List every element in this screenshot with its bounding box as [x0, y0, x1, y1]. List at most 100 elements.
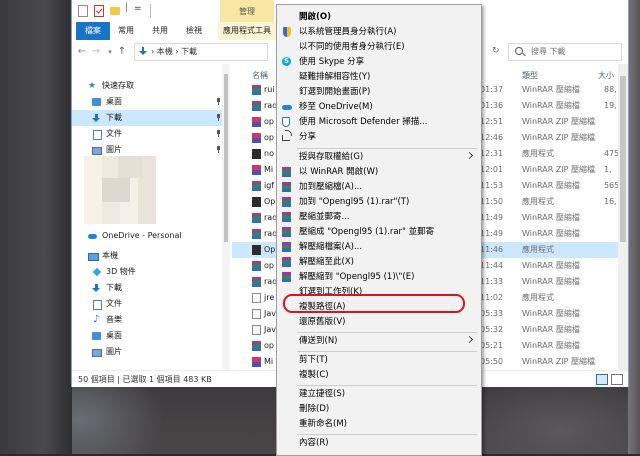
nav-item-this-pc[interactable]: 本機 [72, 248, 222, 264]
menu-item-give-access[interactable]: 授與存取權給(G) [277, 150, 481, 164]
properties-icon[interactable] [78, 5, 88, 17]
nav-item-documents[interactable]: 文件 [72, 126, 222, 142]
menu-item-run-as-admin[interactable]: 以系統管理員身分執行(A) [277, 25, 481, 39]
menu-item-send-to[interactable]: 傳送到(N) [277, 334, 481, 348]
menu-item-extract-to-folder[interactable]: 解壓縮到 "Opengl95 (1)\"(E) [277, 270, 481, 284]
nav-item-label: 本機 [102, 251, 118, 260]
forward-arrow-icon[interactable]: → [90, 45, 102, 59]
menu-item-rename[interactable]: 重新命名(M) [277, 417, 481, 431]
menu-item-share[interactable]: 分享 [277, 130, 481, 144]
share-icon [282, 130, 292, 141]
manage-context-tab-header[interactable]: 管理 [220, 0, 274, 22]
file-size: 16, [604, 197, 617, 206]
tab-view[interactable]: 檢視 [180, 22, 208, 40]
search-placeholder: 搜尋 下載 [531, 47, 566, 56]
menu-item-cut[interactable]: 剪下(T) [277, 353, 481, 367]
file-time: 11:33 [480, 277, 504, 286]
details-view-icon[interactable] [596, 374, 608, 385]
tab-file[interactable]: 檔案 [76, 22, 110, 40]
winrar-icon [282, 212, 291, 222]
file-icon [252, 325, 261, 335]
menu-item-troubleshoot[interactable]: 疑難排解相容性(Y) [277, 70, 481, 84]
nav-item-3d-objects[interactable]: 3D 物件 [72, 264, 222, 280]
nav-item-label: 音樂 [106, 315, 122, 324]
file-name: op [264, 133, 274, 142]
column-header-size[interactable]: 大小 [598, 70, 614, 81]
music-note-icon: ♪ [93, 314, 100, 325]
file-size: 1, [604, 165, 612, 174]
search-input[interactable]: 搜尋 下載 [508, 43, 622, 61]
menu-item-open[interactable]: 開啟(O) [277, 10, 481, 24]
menu-item-open-winrar[interactable]: 以 WinRAR 開啟(W) [277, 165, 481, 179]
menu-item-properties[interactable]: 內容(R) [277, 436, 481, 450]
menu-item-extract-files[interactable]: 解壓縮檔案(A)... [277, 240, 481, 254]
menu-item-move-onedrive[interactable]: 移至 OneDrive(M) [277, 100, 481, 114]
document-icon [93, 300, 102, 310]
tab-application-tools[interactable]: 應用程式工具 [218, 22, 276, 40]
tab-home[interactable]: 常用 [112, 22, 140, 40]
nav-item-downloads[interactable]: 下載 [72, 110, 222, 126]
menu-item-extract-here[interactable]: 解壓縮至此(X) [277, 255, 481, 269]
menu-item-delete[interactable]: 刪除(D) [277, 402, 481, 416]
menu-item-label: 複製(C) [299, 370, 329, 380]
breadcrumb: › 本機 › 下載 [151, 47, 198, 56]
menu-item-pin-start[interactable]: 釘選到開始畫面(P) [277, 85, 481, 99]
path-box[interactable]: › 本機 › 下載 [134, 43, 268, 61]
file-name: rui [264, 85, 275, 94]
menu-item-copy[interactable]: 複製(C) [277, 368, 481, 382]
downloads-icon [139, 47, 147, 55]
navigation-pane: ★ 快速存取 桌面 下載 文件 圖片 OneDrive - Personal 本… [72, 64, 222, 370]
winrar-archive-icon [252, 229, 261, 239]
file-name: Op [264, 245, 276, 254]
recent-locations-chevron-icon[interactable]: ▾ [104, 45, 116, 59]
nav-item-pc-documents[interactable]: 文件 [72, 296, 222, 312]
java-installer-icon [252, 293, 261, 303]
nav-item-desktop[interactable]: 桌面 [72, 94, 222, 110]
zip-archive-icon [252, 357, 261, 367]
large-icons-view-icon[interactable] [611, 374, 623, 385]
nav-item-pc-desktop[interactable]: 桌面 [72, 328, 222, 344]
tab-share[interactable]: 共用 [146, 22, 174, 40]
nav-item-quick-access[interactable]: ★ 快速存取 [72, 78, 222, 94]
menu-item-label: 使用 Skype 分享 [299, 57, 365, 67]
nav-scrollbar-thumb[interactable] [224, 74, 228, 242]
column-header-name[interactable]: 名稱 [252, 70, 268, 81]
nav-item-music[interactable]: ♪ 音樂 [72, 312, 222, 328]
menu-item-compress-email[interactable]: 壓縮並郵寄... [277, 210, 481, 224]
menu-item-label: 疑難排解相容性(Y) [299, 72, 371, 82]
menu-item-restore-versions[interactable]: 還原舊版(V) [277, 315, 481, 329]
winrar-archive-icon [252, 261, 261, 271]
defender-shield-icon [282, 117, 290, 127]
menu-item-run-as-different-user[interactable]: 以不同的使用者身分執行(E) [277, 40, 481, 54]
refresh-icon[interactable]: ↻ [492, 46, 500, 56]
quick-access-separator: | [125, 3, 129, 13]
file-list-scrollbar-thumb[interactable] [620, 76, 626, 242]
file-list-scrollbar[interactable] [618, 64, 628, 370]
nav-pane-scrollbar[interactable] [222, 64, 230, 370]
menu-item-add-to-rar[interactable]: 加到 "Opengl95 (1).rar"(T) [277, 195, 481, 209]
submenu-arrow-icon [465, 151, 474, 160]
nav-item-label: 下載 [106, 113, 122, 122]
menu-separator [297, 434, 477, 435]
menu-item-compress-rar-email[interactable]: 壓縮成 "Opengl95 (1).rar" 並郵寄 [277, 225, 481, 239]
menu-item-defender-scan[interactable]: 使用 Microsoft Defender 掃描... [277, 115, 481, 129]
column-header-type[interactable]: 類型 [522, 70, 538, 81]
pin-icon [216, 98, 221, 105]
customize-quick-access-button[interactable]: = [134, 4, 142, 14]
file-time: 11:49 [480, 213, 504, 222]
nav-item-onedrive[interactable]: OneDrive - Personal [72, 228, 222, 244]
up-arrow-icon[interactable]: ↑ [116, 45, 128, 59]
winrar-icon [282, 242, 291, 252]
menu-item-create-shortcut[interactable]: 建立捷徑(S) [277, 387, 481, 401]
file-type: WinRAR 壓縮檔 [522, 277, 580, 286]
menu-separator [297, 148, 477, 149]
menu-item-share-skype[interactable]: S 使用 Skype 分享 [277, 55, 481, 69]
menu-item-label: 解壓縮檔案(A)... [299, 242, 363, 252]
back-arrow-icon[interactable]: ← [76, 45, 88, 59]
new-folder-icon[interactable] [110, 7, 120, 15]
nav-item-pc-downloads[interactable]: 下載 [72, 280, 222, 296]
nav-item-pc-pictures[interactable]: 圖片 [72, 344, 222, 360]
checkmark-icon[interactable] [94, 5, 104, 17]
menu-item-add-archive[interactable]: 加到壓縮檔(A)... [277, 180, 481, 194]
menu-separator [297, 351, 477, 352]
